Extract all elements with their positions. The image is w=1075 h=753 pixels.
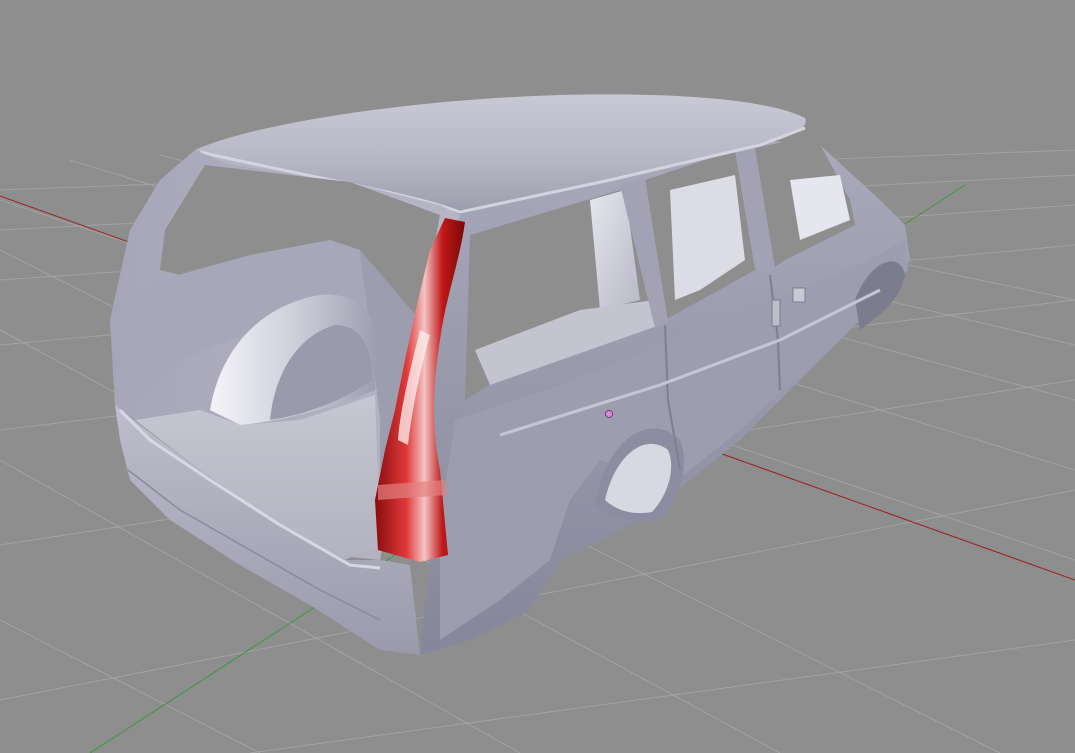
door-handle <box>792 287 806 303</box>
3d-viewport[interactable] <box>0 0 1075 753</box>
door-handle-rear <box>771 299 781 327</box>
object-origin-dot <box>605 410 613 418</box>
